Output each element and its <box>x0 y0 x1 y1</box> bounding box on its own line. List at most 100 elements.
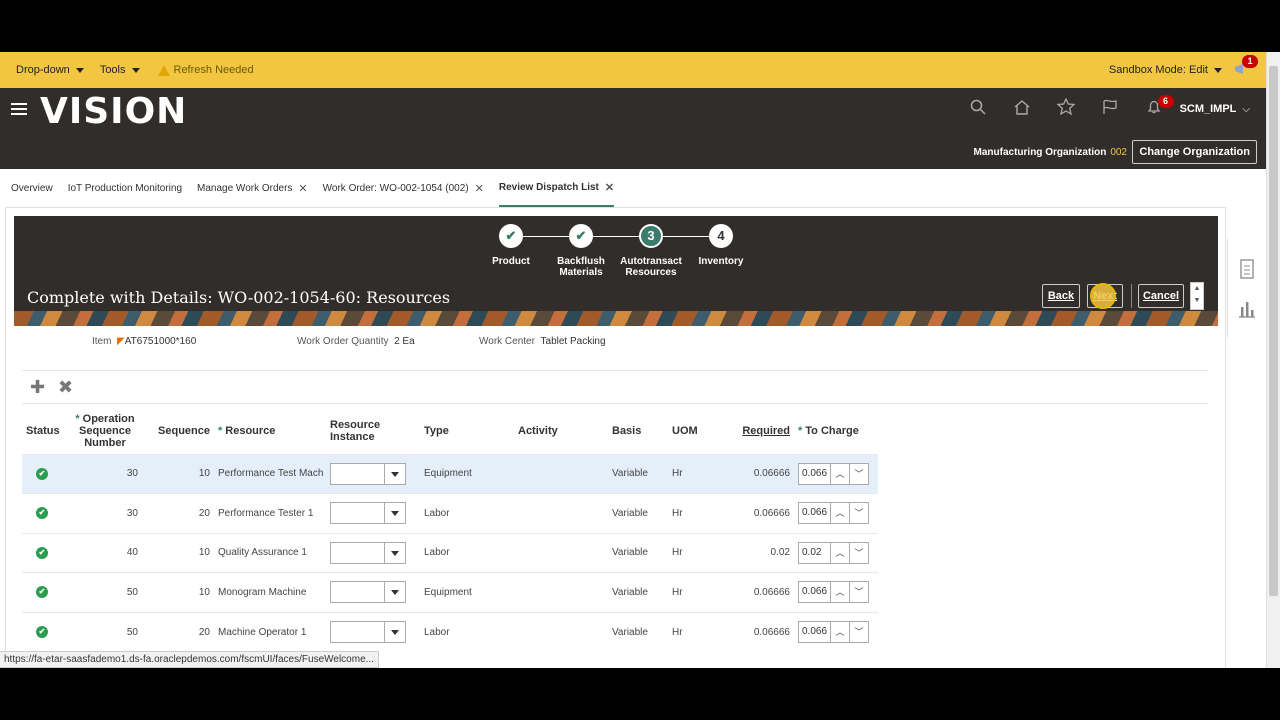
dropdown-arrow-icon[interactable] <box>384 462 406 485</box>
dropdown-arrow-icon[interactable] <box>384 541 406 564</box>
table-row[interactable]: ✔ 50 20 Machine Operator 1 Labor Variable Hr 0.… <box>22 611 878 652</box>
refresh-label: Refresh Needed <box>173 64 254 76</box>
decrement-icon[interactable]: ﹀ <box>850 462 869 485</box>
dropdown-menu[interactable]: Drop-down <box>16 64 84 76</box>
resource-instance-input[interactable] <box>330 621 384 643</box>
dropdown-arrow-icon[interactable] <box>384 502 406 525</box>
tab-overview[interactable]: Overview <box>11 169 53 207</box>
to-charge-input[interactable]: 0.066 <box>798 462 831 485</box>
dropdown-arrow-icon[interactable] <box>384 581 406 604</box>
tools-menu[interactable]: Tools <box>100 64 140 76</box>
increment-icon[interactable]: ︿ <box>831 581 850 604</box>
bell-icon[interactable]: 6 <box>1132 94 1176 120</box>
resource-instance-input[interactable] <box>330 462 384 485</box>
work-order-quantity-field: Work Order Quantity 2 Ea <box>297 336 415 347</box>
table-row[interactable]: ✔ 50 10 Monogram Machine Equipment Variable Hr… <box>22 572 878 612</box>
to-charge-input[interactable]: 0.066 <box>798 621 831 643</box>
basis-cell: Variable <box>608 493 668 533</box>
resource-instance-input[interactable] <box>330 541 384 564</box>
resources-table: Status * Operation Sequence Number Sequen… <box>22 408 878 652</box>
col-type[interactable]: Type <box>420 408 514 454</box>
tab-manage-work-orders[interactable]: Manage Work Orders ✕ <box>197 169 308 207</box>
wc-label: Work Center <box>479 336 535 347</box>
refresh-needed-link[interactable]: Refresh Needed <box>157 64 254 76</box>
required-cell: 0.06666 <box>724 493 794 533</box>
col-operation-sequence[interactable]: * Operation Sequence Number <box>68 408 142 454</box>
col-sequence[interactable]: Sequence <box>142 408 214 454</box>
basis-cell: Variable <box>608 572 668 612</box>
increment-icon[interactable]: ︿ <box>831 621 850 643</box>
resource-instance-input[interactable] <box>330 502 384 525</box>
document-icon[interactable] <box>1236 259 1258 283</box>
col-required[interactable]: Required <box>724 408 794 454</box>
activity-cell <box>514 453 608 494</box>
hamburger-menu-icon[interactable] <box>11 103 27 117</box>
home-icon[interactable] <box>1000 99 1044 120</box>
page-scrollbar[interactable] <box>1266 52 1280 668</box>
decrement-icon[interactable]: ﹀ <box>850 541 869 564</box>
resource-instance-input[interactable] <box>330 581 384 604</box>
uom-cell: Hr <box>668 611 724 652</box>
user-menu[interactable]: SCM_IMPL ⌵ <box>1180 103 1250 115</box>
bar-chart-icon[interactable] <box>1236 299 1258 323</box>
col-status[interactable]: Status <box>22 408 68 454</box>
star-icon[interactable] <box>1044 97 1088 120</box>
close-icon[interactable]: ✕ <box>298 182 307 195</box>
success-check-icon: ✔ <box>36 546 48 559</box>
sandbox-menu[interactable]: Sandbox Mode: Edit <box>1109 64 1222 76</box>
close-icon[interactable]: ✕ <box>475 182 484 195</box>
col-basis[interactable]: Basis <box>608 408 668 454</box>
item-field: Item ◤AT6751000*160 <box>92 336 197 347</box>
resource-cell: Monogram Machine <box>214 572 326 612</box>
type-cell: Labor <box>420 532 514 573</box>
flag-icon[interactable] <box>1088 99 1132 120</box>
header-scroll-arrows[interactable]: ▲ ▼ <box>1190 282 1204 310</box>
separator <box>1131 284 1132 308</box>
decrement-icon[interactable]: ﹀ <box>850 621 869 643</box>
step-number: 3 <box>639 224 663 248</box>
scrollbar-thumb[interactable] <box>1269 66 1278 596</box>
search-icon[interactable] <box>956 99 1000 120</box>
increment-icon[interactable]: ︿ <box>831 462 850 485</box>
table-row[interactable]: ✔ 40 10 Quality Assurance 1 Labor Variable Hr 0… <box>22 532 878 573</box>
required-cell: 0.02 <box>724 532 794 573</box>
train-step-inventory[interactable]: 4 Inventory <box>676 224 766 267</box>
success-check-icon: ✔ <box>36 467 48 480</box>
to-charge-input[interactable]: 0.02 <box>798 541 831 564</box>
to-charge-input[interactable]: 0.066 <box>798 581 831 604</box>
change-organization-button[interactable]: Change Organization <box>1132 140 1257 164</box>
step-number: 4 <box>709 224 733 248</box>
delete-icon[interactable]: ✖ <box>58 377 73 398</box>
resource-instance-cell <box>326 611 420 652</box>
increment-icon[interactable]: ︿ <box>831 502 850 525</box>
tab-label: Manage Work Orders <box>197 182 293 194</box>
col-activity[interactable]: Activity <box>514 408 608 454</box>
back-button[interactable]: Back <box>1042 284 1080 308</box>
success-check-icon: ✔ <box>36 586 48 599</box>
header-icons: 6 SCM_IMPL ⌵ <box>956 94 1250 120</box>
dropdown-label: Drop-down <box>16 64 70 76</box>
required-cell: 0.06666 <box>724 572 794 612</box>
required-cell: 0.06666 <box>724 611 794 652</box>
col-uom[interactable]: UOM <box>668 408 724 454</box>
increment-icon[interactable]: ︿ <box>831 541 850 564</box>
table-row[interactable]: ✔ 30 20 Performance Tester 1 Labor Variable Hr… <box>22 493 878 533</box>
decrement-icon[interactable]: ﹀ <box>850 502 869 525</box>
add-icon[interactable]: ✚ <box>30 377 45 398</box>
table-row[interactable]: ✔ 30 10 Performance Test Mach Equipment Varia… <box>22 453 878 494</box>
col-resource-instance[interactable]: Resource Instance <box>326 408 420 454</box>
to-charge-input[interactable]: 0.066 <box>798 502 831 525</box>
col-resource[interactable]: * Resource <box>214 408 326 454</box>
tab-iot-production-monitoring[interactable]: IoT Production Monitoring <box>68 169 182 207</box>
decrement-icon[interactable]: ﹀ <box>850 581 869 604</box>
tab-work-order[interactable]: Work Order: WO-002-1054 (002) ✕ <box>323 169 484 207</box>
megaphone-icon[interactable]: 1 <box>1234 55 1258 77</box>
dropdown-arrow-icon[interactable] <box>384 621 406 643</box>
tab-review-dispatch-list[interactable]: Review Dispatch List ✕ <box>498 169 615 207</box>
cancel-button[interactable]: Cancel <box>1138 284 1184 308</box>
required-cell: 0.06666 <box>724 453 794 494</box>
chevron-down-icon: ⌵ <box>1242 103 1250 115</box>
status-cell: ✔ <box>22 572 68 612</box>
close-icon[interactable]: ✕ <box>605 181 614 194</box>
col-to-charge[interactable]: * To Charge <box>794 408 878 454</box>
